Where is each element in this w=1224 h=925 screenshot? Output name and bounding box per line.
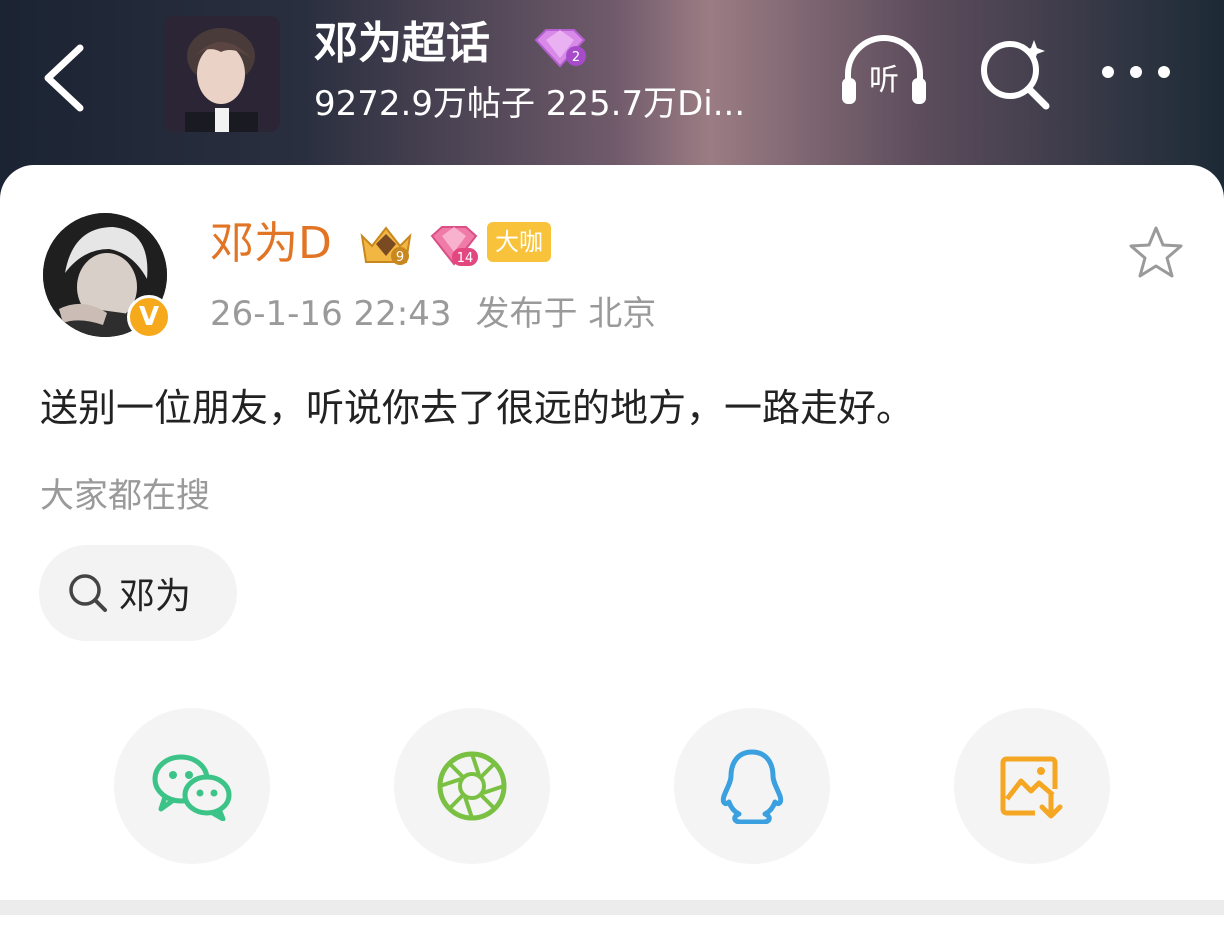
search-chip[interactable]: 邓为 bbox=[39, 545, 237, 641]
verified-badge: V bbox=[127, 295, 171, 339]
vip-badge: 大咖 bbox=[487, 222, 551, 262]
topic-cover-image[interactable] bbox=[163, 16, 280, 132]
listen-label: 听 bbox=[869, 63, 899, 98]
qq-icon bbox=[720, 749, 784, 824]
diamond-level-icon: 2 bbox=[534, 29, 586, 68]
post-location: 发布于 北京 bbox=[475, 294, 657, 334]
topic-stats: 9272.9万帖子 225.7万Di... bbox=[314, 84, 746, 124]
post-content: 送别一位朋友，听说你去了很远的地方，一路走好。 bbox=[40, 386, 915, 430]
search-chip-icon bbox=[69, 574, 107, 612]
bottom-bar bbox=[0, 900, 1224, 915]
back-arrow-icon[interactable] bbox=[38, 38, 98, 118]
fan-level-gem-icon: 14 bbox=[430, 226, 478, 266]
post-username[interactable]: 邓为D bbox=[210, 215, 332, 273]
share-moments-button[interactable] bbox=[394, 708, 550, 864]
crown-level-icon: 9 bbox=[360, 226, 412, 265]
crown-level-text: 9 bbox=[396, 250, 404, 265]
moments-icon bbox=[437, 751, 507, 821]
favorite-star-icon[interactable] bbox=[1127, 224, 1185, 282]
share-qq-button[interactable] bbox=[674, 708, 830, 864]
gem-level-text-2: 14 bbox=[457, 251, 474, 266]
trending-search-label: 大家都在搜 bbox=[40, 476, 210, 516]
save-image-button[interactable] bbox=[954, 708, 1110, 864]
save-image-icon bbox=[1000, 756, 1063, 819]
gem-level-text: 2 bbox=[572, 50, 580, 65]
more-options-icon[interactable] bbox=[1098, 30, 1174, 110]
topic-title: 邓为超话 bbox=[314, 18, 490, 69]
search-icon[interactable] bbox=[976, 30, 1052, 110]
post-meta: 26-1-16 22:43 发布于 北京 bbox=[210, 290, 656, 338]
search-chip-label: 邓为 bbox=[119, 576, 192, 617]
wechat-icon bbox=[152, 754, 232, 821]
listen-icon[interactable]: 听 bbox=[838, 30, 930, 110]
post-timestamp: 26-1-16 22:43 bbox=[210, 294, 452, 334]
share-wechat-button[interactable] bbox=[114, 708, 270, 864]
